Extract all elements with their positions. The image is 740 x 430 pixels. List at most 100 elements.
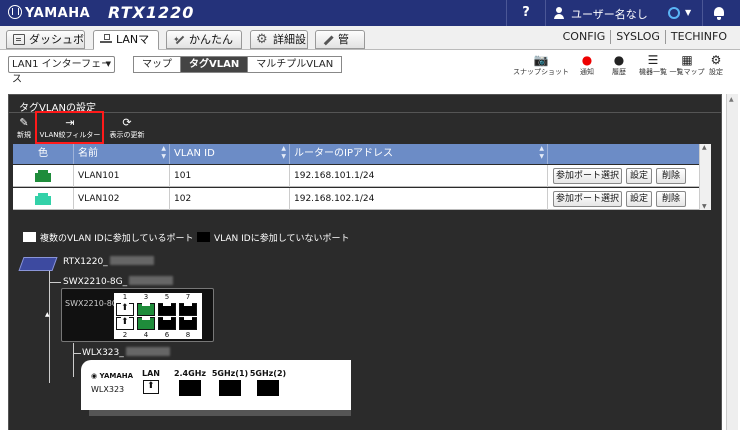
view-multiple-vlan-button[interactable]: マルチプルVLAN bbox=[247, 57, 341, 72]
column-color: 色 bbox=[38, 148, 48, 159]
link-line bbox=[49, 282, 61, 283]
switch-port-2[interactable] bbox=[116, 317, 134, 330]
port-number: 5 bbox=[164, 293, 170, 301]
user-name[interactable]: ユーザー名なし bbox=[571, 6, 648, 22]
techinfo-link[interactable]: TECHINFO bbox=[664, 30, 732, 44]
select-ports-button[interactable]: 参加ポート選択 bbox=[553, 168, 622, 184]
port-number: 6 bbox=[164, 331, 170, 339]
ap-lan-port[interactable] bbox=[143, 380, 159, 394]
sort-icon: ▲ ▼ bbox=[161, 145, 166, 160]
highlight-box bbox=[35, 111, 104, 144]
settings-button[interactable]: ⚙ 設定 bbox=[692, 53, 740, 77]
main-tabs: ダッシュボード LANマップ かんたん設定 詳細設定 管 理 CONFIGSYS… bbox=[0, 26, 740, 63]
view-map-button[interactable]: マップ bbox=[134, 57, 180, 72]
white-port-icon bbox=[23, 232, 36, 242]
vlan-table-header: 色 名前 ▲ ▼ VLAN ID ▲ ▼ ルーターのIPアドレス ▲ ▼ bbox=[13, 144, 711, 164]
network-icon bbox=[100, 34, 112, 45]
table-row[interactable]: VLAN101 101 192.168.101.1/24 参加ポート選択 設定 … bbox=[13, 165, 711, 187]
edit-vlan-button[interactable]: 設定 bbox=[626, 191, 652, 207]
switch-port-1[interactable] bbox=[116, 303, 134, 316]
divider bbox=[702, 0, 703, 26]
ap-radio-24ghz[interactable] bbox=[179, 380, 201, 396]
syslog-link[interactable]: SYSLOG bbox=[610, 30, 665, 44]
redacted-text bbox=[129, 276, 174, 285]
edit-icon: ✎ bbox=[19, 116, 29, 129]
ap-label[interactable]: WLX323_ bbox=[82, 347, 170, 358]
tab-easy-setup[interactable]: かんたん設定 bbox=[166, 30, 242, 63]
color-cell bbox=[13, 188, 73, 210]
switch-port-3[interactable] bbox=[137, 303, 155, 316]
switch-port-6[interactable] bbox=[158, 317, 176, 330]
ip-cell: 192.168.102.1/24 bbox=[289, 188, 547, 210]
delete-vlan-button[interactable]: 削除 bbox=[656, 168, 686, 184]
sort-icon: ▲ ▼ bbox=[281, 145, 286, 160]
yamaha-logo: YAMAHA bbox=[8, 5, 90, 21]
port-grid: 1 3 5 7 2 4 6 8 bbox=[114, 293, 202, 339]
access-point-device[interactable]: ◉ YAMAHA WLX323 LAN 2.4GHz 5GHz(1) 5GHz(… bbox=[81, 360, 351, 410]
tab-advanced-settings[interactable]: 詳細設定 bbox=[250, 30, 308, 63]
port-number: 2 bbox=[122, 331, 128, 339]
bell-icon[interactable] bbox=[712, 6, 726, 20]
config-link[interactable]: CONFIG bbox=[558, 30, 611, 44]
port-number: 8 bbox=[185, 331, 191, 339]
ap-base bbox=[89, 410, 351, 416]
ap-port-label: 5GHz(1) bbox=[211, 369, 249, 378]
sort-icon: ▲ ▼ bbox=[539, 145, 544, 160]
document-icon bbox=[13, 34, 25, 45]
ip-cell: 192.168.101.1/24 bbox=[289, 165, 547, 187]
divider bbox=[506, 0, 507, 26]
column-ip-address[interactable]: ルーターのIPアドレス ▲ ▼ bbox=[289, 144, 547, 164]
refresh-button[interactable]: ⟳ 表示の更新 bbox=[107, 116, 147, 140]
new-vlan-button[interactable]: ✎ 新規 bbox=[13, 116, 35, 140]
select-ports-button[interactable]: 参加ポート選択 bbox=[553, 191, 622, 207]
switch-port-7[interactable] bbox=[179, 303, 197, 316]
table-row[interactable]: VLAN102 102 192.168.102.1/24 参加ポート選択 設定 … bbox=[13, 188, 711, 210]
switch-port-5[interactable] bbox=[158, 303, 176, 316]
router-icon[interactable] bbox=[18, 257, 58, 271]
vlan-id-cell: 102 bbox=[169, 188, 289, 210]
column-vlan-id[interactable]: VLAN ID ▲ ▼ bbox=[169, 144, 289, 164]
redacted-text bbox=[109, 256, 154, 265]
tab-lan-map[interactable]: LANマップ bbox=[93, 30, 159, 63]
ap-model: WLX323 bbox=[91, 385, 125, 394]
ap-port-label: 2.4GHz bbox=[173, 369, 207, 378]
port-number: 4 bbox=[143, 331, 149, 339]
view-switch: マップ タグVLAN マルチプルVLAN bbox=[133, 56, 343, 73]
tools-icon bbox=[322, 34, 334, 45]
settings-icon: ⚙ bbox=[710, 53, 722, 67]
link-line bbox=[49, 271, 50, 383]
interface-select[interactable]: LAN1 インターフェース bbox=[8, 56, 115, 85]
name-cell: VLAN102 bbox=[73, 188, 169, 210]
top-links: CONFIG SYSLOG TECHINFO bbox=[558, 30, 732, 44]
table-scrollbar[interactable] bbox=[699, 144, 711, 210]
wand-icon bbox=[173, 31, 185, 48]
edit-vlan-button[interactable]: 設定 bbox=[626, 168, 652, 184]
port-number: 1 bbox=[122, 293, 128, 301]
column-name[interactable]: 名前 ▲ ▼ bbox=[73, 144, 169, 164]
switch-device[interactable]: SWX2210-8G 1 3 5 7 2 4 6 8 bbox=[61, 288, 214, 342]
help-button[interactable]: ? bbox=[514, 5, 538, 20]
delete-vlan-button[interactable]: 削除 bbox=[656, 191, 686, 207]
page-scrollbar[interactable] bbox=[726, 94, 738, 430]
router-model-title: RTX1220 bbox=[108, 3, 195, 22]
yamaha-emblem-icon bbox=[8, 5, 22, 19]
switch-port-8[interactable] bbox=[179, 317, 197, 330]
refresh-icon: ⟳ bbox=[122, 116, 132, 129]
chevron-down-icon[interactable]: ▼ bbox=[685, 8, 691, 17]
switch-label[interactable]: SWX2210-8G_ bbox=[63, 276, 174, 287]
ap-radio-5ghz-1[interactable] bbox=[219, 380, 241, 396]
divider bbox=[9, 112, 721, 113]
switch-port-4[interactable] bbox=[137, 317, 155, 330]
legend-no-vlan: VLAN IDに参加していないポート bbox=[197, 231, 349, 244]
collapse-triangle-icon[interactable]: ▲ bbox=[45, 311, 50, 318]
switch-model: SWX2210-8G bbox=[65, 299, 119, 308]
tab-dashboard[interactable]: ダッシュボード bbox=[6, 30, 85, 63]
redacted-text bbox=[125, 347, 170, 356]
router-label[interactable]: RTX1220_ bbox=[63, 256, 154, 267]
view-tag-vlan-button[interactable]: タグVLAN bbox=[180, 57, 248, 72]
port-number: 7 bbox=[185, 293, 191, 301]
color-cell bbox=[13, 165, 73, 187]
status-ring-icon[interactable] bbox=[668, 7, 680, 19]
tab-management[interactable]: 管 理 bbox=[315, 30, 365, 63]
ap-radio-5ghz-2[interactable] bbox=[257, 380, 279, 396]
